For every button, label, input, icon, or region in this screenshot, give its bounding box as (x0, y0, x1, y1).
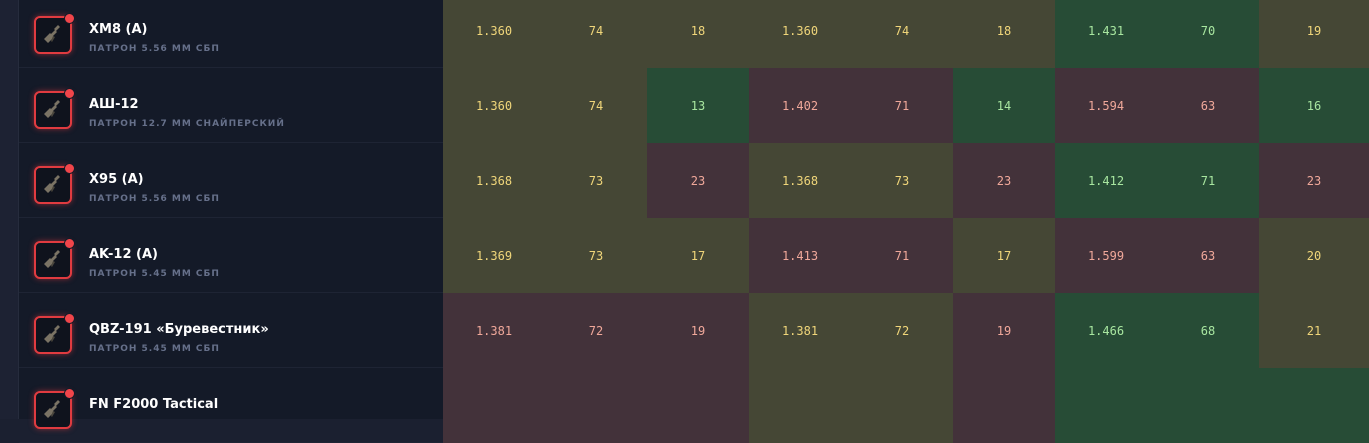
weapon-icon-box[interactable] (34, 238, 75, 279)
stats-row: 1.369 73 17 1.413 71 17 1.599 63 20 (443, 218, 1369, 293)
weapon-ammo: ПАТРОН 5.56 ММ СБП (89, 194, 220, 204)
rifle-icon (41, 171, 65, 199)
stat-cell: 73 (545, 218, 647, 293)
stat-cell (545, 368, 647, 443)
weapon-row[interactable]: X95 (A) ПАТРОН 5.56 ММ СБП (19, 143, 443, 218)
stat-cell: 1.431 (1055, 0, 1157, 68)
stat-cell (851, 368, 953, 443)
stats-row: 1.360 74 18 1.360 74 18 1.431 70 19 (443, 0, 1369, 68)
stat-cell: 73 (851, 143, 953, 218)
stat-cell: 16 (1259, 68, 1369, 143)
stat-cell: 70 (1157, 0, 1259, 68)
stat-cell: 21 (1259, 293, 1369, 368)
weapon-icon-box[interactable] (34, 313, 75, 354)
weapon-name: AK-12 (A) (89, 247, 158, 262)
stat-cell: 1.360 (443, 68, 545, 143)
stat-cell: 19 (953, 293, 1055, 368)
stat-cell: 74 (545, 68, 647, 143)
weapon-icon-box[interactable] (34, 163, 75, 204)
stats-row: 1.368 73 23 1.368 73 23 1.412 71 23 (443, 143, 1369, 218)
notification-dot (64, 238, 75, 249)
rifle-icon (41, 96, 65, 124)
stat-cell: 1.360 (443, 0, 545, 68)
stat-cell: 1.594 (1055, 68, 1157, 143)
stat-cell: 19 (647, 293, 749, 368)
stat-cell: 68 (1157, 293, 1259, 368)
rifle-icon (41, 246, 65, 274)
stat-cell: 1.402 (749, 68, 851, 143)
stat-cell (953, 368, 1055, 443)
stat-cell: 17 (953, 218, 1055, 293)
stat-cell (1157, 368, 1259, 443)
stat-cell: 18 (953, 0, 1055, 68)
stat-cell: 71 (1157, 143, 1259, 218)
stat-cell: 17 (647, 218, 749, 293)
stat-cell: 23 (647, 143, 749, 218)
notification-dot (64, 13, 75, 24)
stat-cell: 74 (851, 0, 953, 68)
weapon-name: QBZ-191 «Буревестник» (89, 322, 269, 337)
stat-cell: 20 (1259, 218, 1369, 293)
weapon-row[interactable]: AK-12 (A) ПАТРОН 5.45 ММ СБП (19, 218, 443, 293)
stat-cell: 23 (1259, 143, 1369, 218)
notification-dot (64, 163, 75, 174)
weapon-icon-box[interactable] (34, 13, 75, 54)
stat-cell: 14 (953, 68, 1055, 143)
weapon-row[interactable]: FN F2000 Tactical (19, 368, 443, 443)
rifle-icon (41, 396, 65, 424)
weapon-list: XM8 (A) ПАТРОН 5.56 ММ СБП АШ-12 ПАТРОН 12.… (19, 0, 443, 443)
stat-cell: 71 (851, 68, 953, 143)
stat-cell (647, 368, 749, 443)
stats-row (443, 368, 1369, 443)
weapon-icon-box[interactable] (34, 388, 75, 429)
weapon-row[interactable]: XM8 (A) ПАТРОН 5.56 ММ СБП (19, 0, 443, 68)
stat-cell: 1.412 (1055, 143, 1157, 218)
comparison-table: XM8 (A) ПАТРОН 5.56 ММ СБП АШ-12 ПАТРОН 12.… (0, 0, 1369, 443)
stat-cell: 18 (647, 0, 749, 68)
rifle-icon (41, 321, 65, 349)
weapon-row[interactable]: АШ-12 ПАТРОН 12.7 ММ СНАЙПЕРСКИЙ (19, 68, 443, 143)
stat-cell: 1.599 (1055, 218, 1157, 293)
weapon-ammo: ПАТРОН 5.56 ММ СБП (89, 44, 220, 54)
stat-cell (443, 368, 545, 443)
weapon-ammo: ПАТРОН 12.7 ММ СНАЙПЕРСКИЙ (89, 119, 285, 129)
rifle-icon (41, 21, 65, 49)
stat-cell: 1.368 (443, 143, 545, 218)
stat-cell (749, 368, 851, 443)
weapon-name: X95 (A) (89, 172, 144, 187)
weapon-name: XM8 (A) (89, 22, 148, 37)
weapon-icon-box[interactable] (34, 88, 75, 129)
stat-cell: 63 (1157, 218, 1259, 293)
notification-dot (64, 388, 75, 399)
stats-row: 1.360 74 13 1.402 71 14 1.594 63 16 (443, 68, 1369, 143)
notification-dot (64, 313, 75, 324)
stat-cell: 72 (545, 293, 647, 368)
stat-cell: 1.369 (443, 218, 545, 293)
stat-cell: 1.466 (1055, 293, 1157, 368)
stat-cell: 19 (1259, 0, 1369, 68)
weapon-name: FN F2000 Tactical (89, 397, 219, 412)
stat-cell: 23 (953, 143, 1055, 218)
stats-row: 1.381 72 19 1.381 72 19 1.466 68 21 (443, 293, 1369, 368)
weapon-ammo: ПАТРОН 5.45 ММ СБП (89, 344, 220, 354)
stat-cell (1055, 368, 1157, 443)
stat-cell: 1.368 (749, 143, 851, 218)
stat-cell (1259, 368, 1369, 443)
sidebar-strip (0, 0, 19, 419)
stat-cell: 73 (545, 143, 647, 218)
notification-dot (64, 88, 75, 99)
weapon-name: АШ-12 (89, 97, 139, 112)
weapon-ammo: ПАТРОН 5.45 ММ СБП (89, 269, 220, 279)
stats-grid: 1.360 74 18 1.360 74 18 1.431 70 19 1.360 74 13 1.40… (443, 0, 1369, 443)
stat-cell: 63 (1157, 68, 1259, 143)
stat-cell: 72 (851, 293, 953, 368)
weapon-row[interactable]: QBZ-191 «Буревестник» ПАТРОН 5.45 ММ СБП (19, 293, 443, 368)
stat-cell: 71 (851, 218, 953, 293)
stat-cell: 1.381 (443, 293, 545, 368)
stat-cell: 1.413 (749, 218, 851, 293)
stat-cell: 1.381 (749, 293, 851, 368)
stat-cell: 1.360 (749, 0, 851, 68)
stat-cell: 74 (545, 0, 647, 68)
stat-cell: 13 (647, 68, 749, 143)
